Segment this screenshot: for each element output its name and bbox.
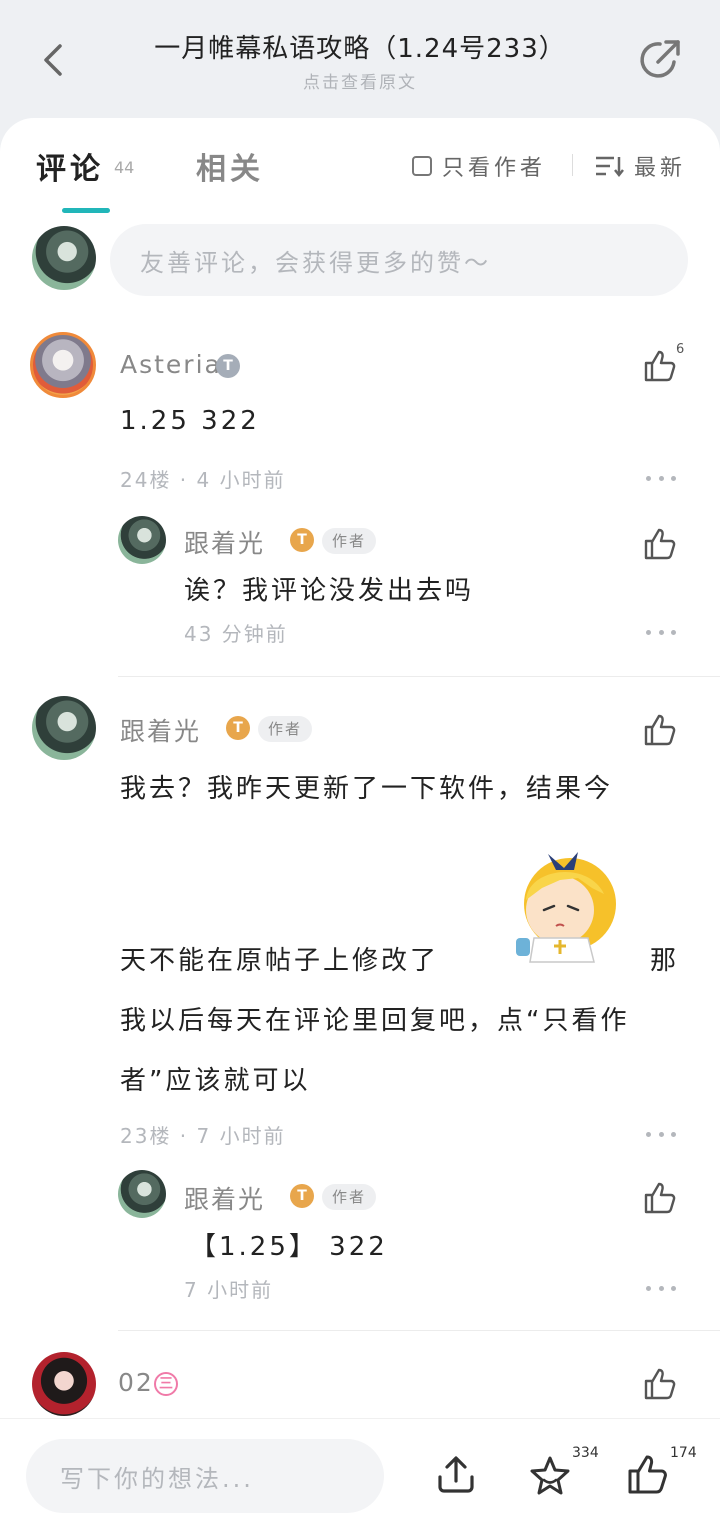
favorite-button[interactable]: [528, 1453, 572, 1497]
avatar[interactable]: [30, 332, 96, 398]
avatar[interactable]: [32, 1352, 96, 1416]
divider: [118, 676, 720, 677]
like-button[interactable]: [642, 526, 678, 562]
author-only-label: 只看作者: [442, 156, 547, 181]
comments-panel: 评论 44 相关 只看作者 最新 友善评论，会获得更多的赞～ Asteria T…: [0, 118, 720, 1418]
comment-text-line: 者”应该就可以: [120, 1066, 311, 1096]
comment-text: 1.25 322: [120, 406, 260, 436]
reply-text: 诶？我评论没发出去吗: [184, 576, 475, 606]
more-button[interactable]: [646, 1128, 676, 1140]
comment-username[interactable]: 02: [118, 1368, 154, 1397]
star-icon: [530, 1456, 570, 1495]
comment-text-line: 我去？我昨天更新了一下软件，结果今: [120, 774, 614, 804]
view-original-link[interactable]: 点击查看原文: [120, 68, 600, 93]
tab-related[interactable]: 相关: [196, 144, 264, 188]
author-tag: 作者: [322, 1184, 377, 1210]
thumbs-up-icon: [628, 1455, 667, 1494]
like-post-button[interactable]: [626, 1453, 670, 1497]
reply-meta: 43 分钟前: [184, 622, 288, 646]
active-tab-indicator: [62, 208, 110, 213]
level-badge: T: [226, 716, 250, 740]
like-button[interactable]: [642, 1366, 678, 1402]
sticker-image: [516, 852, 616, 963]
reply-meta: 7 小时前: [184, 1278, 274, 1302]
avatar[interactable]: [32, 696, 96, 760]
post-title[interactable]: 一月帷幕私语攻略（1.24号233）: [120, 28, 600, 65]
divider: [572, 154, 573, 176]
thumbs-up-icon: [644, 528, 676, 560]
comments-count: 44: [114, 158, 135, 177]
comment-text-line: 我以后每天在评论里回复吧，点“只看作: [120, 1006, 630, 1036]
comment-username[interactable]: 跟着光: [120, 712, 201, 748]
thumbs-up-icon: [644, 1368, 676, 1400]
comment-input[interactable]: 友善评论，会获得更多的赞～: [110, 224, 688, 296]
more-button[interactable]: [646, 626, 676, 638]
divider: [118, 1330, 720, 1331]
like-count: 6: [676, 342, 685, 357]
reply-username[interactable]: 跟着光: [184, 1180, 265, 1216]
more-button[interactable]: [646, 1282, 676, 1294]
comment-text-line: 天不能在原帖子上修改了: [120, 946, 440, 976]
reply-text: 【1.25】 322: [190, 1232, 388, 1262]
like-button[interactable]: [642, 1180, 678, 1216]
bottom-action-bar: 写下你的想法... 334 174: [0, 1418, 720, 1533]
comment-meta: 24楼 · 4 小时前: [120, 468, 286, 492]
sort-icon: [596, 156, 624, 178]
upload-share-icon: [438, 1456, 474, 1493]
share-icon: [640, 40, 680, 78]
thumbs-up-icon: [644, 714, 676, 746]
my-avatar[interactable]: [32, 226, 96, 290]
reply-username[interactable]: 跟着光: [184, 524, 265, 560]
chevron-left-icon: [44, 44, 62, 76]
share-button[interactable]: [636, 36, 684, 84]
author-only-toggle[interactable]: 只看作者: [412, 150, 546, 182]
thumbs-up-icon: [644, 1182, 676, 1214]
favorite-count: 334: [572, 1445, 599, 1461]
back-button[interactable]: [36, 36, 72, 84]
avatar[interactable]: [118, 1170, 166, 1218]
level-badge: T: [216, 354, 240, 378]
top-bar: 一月帷幕私语攻略（1.24号233） 点击查看原文: [0, 0, 720, 120]
level-badge: 三: [154, 1372, 178, 1396]
tab-comments[interactable]: 评论: [36, 144, 104, 188]
level-badge: T: [290, 1184, 314, 1208]
like-button[interactable]: [642, 712, 678, 748]
author-tag: 作者: [258, 716, 313, 742]
comment-meta: 23楼 · 7 小时前: [120, 1124, 286, 1148]
comment-text-line: 那: [650, 946, 680, 976]
author-tag: 作者: [322, 528, 377, 554]
checkbox-icon[interactable]: [412, 156, 432, 176]
thumbs-up-icon: [644, 350, 676, 382]
level-badge: T: [290, 528, 314, 552]
reply-input[interactable]: 写下你的想法...: [26, 1439, 384, 1513]
avatar[interactable]: [118, 516, 166, 564]
more-button[interactable]: [646, 472, 676, 484]
like-count: 174: [670, 1445, 697, 1461]
sort-label: 最新: [634, 156, 687, 181]
sort-button[interactable]: 最新: [594, 150, 686, 182]
comment-username[interactable]: Asteria: [120, 350, 222, 379]
share-button[interactable]: [434, 1453, 478, 1497]
like-button[interactable]: [642, 348, 678, 384]
